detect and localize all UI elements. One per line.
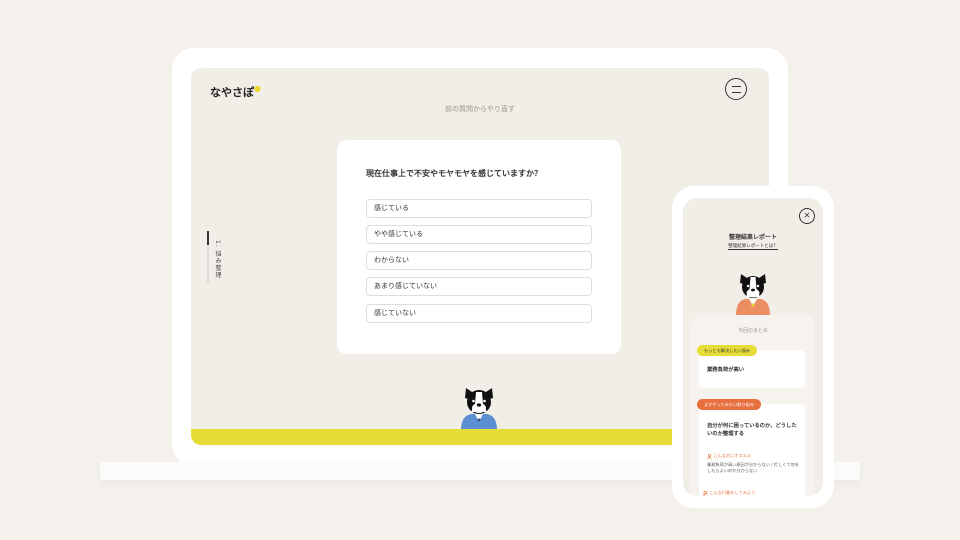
option-2[interactable]: やや感じている [366,225,592,244]
report-title: 整理結果レポート [728,234,777,241]
top-concern-text: 業務負荷が高い [707,367,745,373]
first-action-box: 自分が何に困っているのか、どうしたいのか整理する こんな方にオススメ 業務負荷が… [699,404,805,496]
phone-frame: ✕ 整理結果レポート 整理結果レポートとは？ 今回のまとめ 業務負荷が高い もっ… [672,186,834,508]
first-action-tag: まずやってみたい取り組み [697,399,762,410]
option-5[interactable]: 感じていない [366,304,592,323]
summary-heading: 今回のまとめ [737,328,768,334]
question-text: 現在仕事上で不安やモヤモヤを感じていますか？ [366,169,542,178]
option-1[interactable]: 感じている [366,199,592,218]
logo-text: なやさぽ [210,86,254,99]
action-label: こんな行動をしてみよう [703,490,755,496]
recommend-label: こんな方にオススメ [707,453,751,459]
question-card: 現在仕事上で不安やモヤモヤを感じていますか？ 感じている やや感じている わから… [337,140,621,354]
dog-mascot-illustration [461,388,497,430]
dog-mascot-illustration [736,274,770,316]
person-icon [707,453,712,459]
menu-button[interactable] [725,78,747,100]
summary-panel: 今回のまとめ 業務負荷が高い もっとも解決したい悩み 自分が何に困っているのか、… [691,315,815,496]
recommend-label-text: こんな方にオススメ [713,453,752,458]
top-concern-tag: もっとも解決したい悩み [697,345,758,356]
progress-label: 1. 悩み整理 [214,240,221,279]
close-button[interactable]: ✕ [799,208,815,224]
option-4[interactable]: あまり感じていない [366,277,592,296]
phone-screen: ✕ 整理結果レポート 整理結果レポートとは？ 今回のまとめ 業務負荷が高い もっ… [683,198,823,496]
report-info-link[interactable]: 整理結果レポートとは？ [683,243,823,250]
logo-dot: ● [254,84,261,93]
option-3[interactable]: わからない [366,251,592,270]
back-link[interactable]: 前の質問からやり直す [191,104,769,114]
flag-icon [703,490,708,496]
action-label-text: こんな行動をしてみよう [709,490,756,495]
menu-icon [731,85,741,93]
report-info-link-text: 整理結果レポートとは？ [728,244,778,250]
progress-fill [207,231,209,245]
first-action-text: 自分が何に困っているのか、どうしたいのか整理する [707,423,797,437]
recommend-text: 業務負荷が高い原因が分からない / 忙しくて何をしたらよいのか分からない [707,462,799,473]
close-icon: ✕ [803,211,811,220]
logo[interactable]: なやさぽ● [210,84,261,100]
progress-track [207,231,209,283]
